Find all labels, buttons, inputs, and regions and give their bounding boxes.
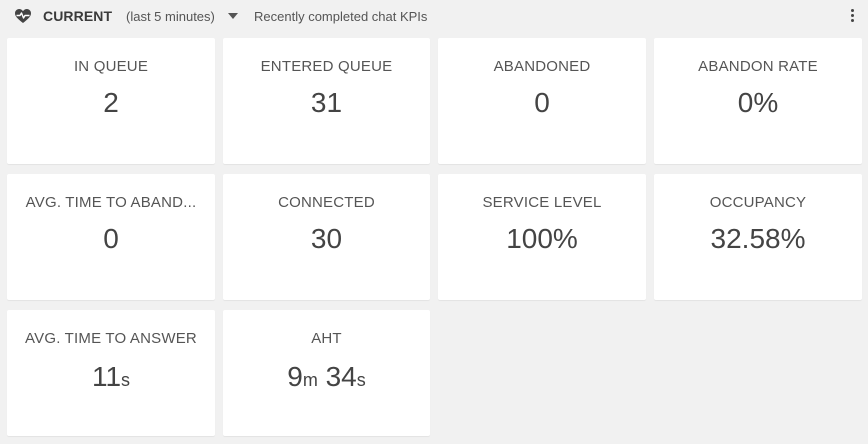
kpi-value-minutes: 9 — [287, 361, 303, 392]
kpi-value: 100% — [506, 223, 578, 254]
kpi-label: AVG. TIME TO ABAND... — [25, 194, 197, 211]
kpi-value: 2 — [103, 87, 119, 118]
kpi-tile-abandoned: ABANDONED 0 — [438, 38, 646, 164]
kpi-tile-abandon-rate: ABANDON RATE 0% — [654, 38, 862, 164]
time-range-label[interactable]: (last 5 minutes) — [126, 9, 215, 24]
kpi-unit-minutes: m — [302, 370, 318, 390]
kpi-value-seconds: 34 — [325, 361, 357, 392]
kpi-label: IN QUEUE — [73, 58, 149, 75]
kpi-label: SERVICE LEVEL — [482, 194, 602, 211]
kpi-value-unit: s — [121, 370, 131, 390]
caret-down-icon[interactable] — [228, 13, 238, 19]
kpi-label: OCCUPANCY — [709, 194, 807, 211]
kpi-label: CONNECTED — [278, 194, 375, 211]
kpi-value: 0 — [534, 87, 550, 118]
kpi-value: 11s — [7, 360, 215, 397]
kpi-tile-aht: AHT 9m 34s — [223, 310, 430, 436]
kpi-value: 0 — [103, 223, 119, 254]
kpi-label: ENTERED QUEUE — [260, 58, 393, 75]
kpi-value-number: 11 — [91, 361, 122, 392]
widget-subtitle: Recently completed chat KPIs — [254, 9, 428, 24]
kpi-tile-in-queue: IN QUEUE 2 — [7, 38, 215, 164]
kpi-value: 0% — [737, 87, 779, 118]
kpi-tile-avg-time-to-abandon: AVG. TIME TO ABAND... 0 — [7, 174, 215, 300]
kpi-value: 32.58% — [710, 223, 806, 254]
kpi-label: ABANDON RATE — [698, 58, 818, 75]
kpi-tile-avg-time-to-answer: AVG. TIME TO ANSWER 11s — [7, 310, 215, 436]
kpi-value: 30 — [310, 223, 343, 254]
kpi-value: 31 — [310, 87, 343, 118]
vertical-dots-icon[interactable] — [848, 9, 856, 23]
kpi-label: AHT — [311, 330, 342, 347]
kpi-tile-entered-queue: ENTERED QUEUE 31 — [223, 38, 430, 164]
heart-pulse-icon — [15, 9, 31, 23]
kpi-tile-connected: CONNECTED 30 — [223, 174, 430, 300]
kpi-label: AVG. TIME TO ANSWER — [25, 330, 197, 347]
kpi-label: ABANDONED — [493, 58, 591, 75]
widget-title: CURRENT — [43, 8, 113, 24]
kpi-unit-seconds: s — [356, 370, 366, 390]
widget-header: CURRENT (last 5 minutes) Recently comple… — [0, 0, 868, 32]
kpi-tile-occupancy: OCCUPANCY 32.58% — [654, 174, 862, 300]
kpi-tile-service-level: SERVICE LEVEL 100% — [438, 174, 646, 300]
kpi-value: 9m 34s — [223, 360, 430, 397]
